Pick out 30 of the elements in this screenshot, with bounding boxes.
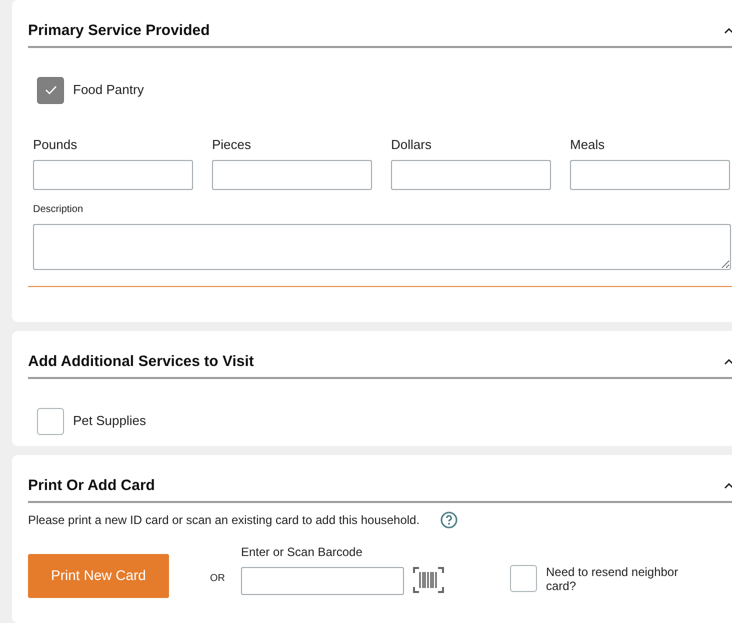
input-field[interactable]: [212, 160, 372, 190]
input-field[interactable]: [570, 160, 730, 190]
barcode-field[interactable]: [241, 566, 404, 594]
checkbox-label: Pet Supplies: [73, 412, 146, 430]
barcode-scan-icon[interactable]: [413, 566, 444, 592]
caret-up-icon[interactable]: [724, 358, 732, 366]
caret-up-icon[interactable]: [724, 482, 732, 490]
field-label: Pieces: [212, 136, 252, 154]
checkbox[interactable]: [510, 565, 537, 592]
field-label: Enter or Scan Barcode: [241, 544, 364, 560]
text-area[interactable]: [33, 224, 731, 270]
section-title: Primary Service Provided: [28, 21, 210, 41]
checkbox-label: Need to resend neighbor card?: [546, 564, 680, 592]
field-label: Description: [33, 203, 84, 217]
or-text: OR: [210, 572, 225, 586]
check-icon: [44, 85, 56, 95]
field-label: Pounds: [33, 136, 78, 154]
print-button[interactable]: Print New Card: [28, 554, 169, 598]
section-title: Add Additional Services to Visit: [28, 352, 254, 372]
input-field[interactable]: [391, 160, 551, 190]
checkbox-label: Food Pantry: [73, 81, 144, 100]
input-field[interactable]: [33, 160, 193, 190]
help-icon[interactable]: [440, 510, 458, 528]
checkbox[interactable]: [37, 76, 64, 104]
section-title: Print Or Add Card: [28, 476, 155, 496]
field-label: Meals: [570, 136, 606, 154]
caret-up-icon[interactable]: [724, 26, 732, 34]
instruction-text: Please print a new ID card or scan an existing card to add this household.: [28, 512, 420, 528]
field-label: Dollars: [391, 136, 432, 154]
checkbox[interactable]: [37, 408, 64, 434]
